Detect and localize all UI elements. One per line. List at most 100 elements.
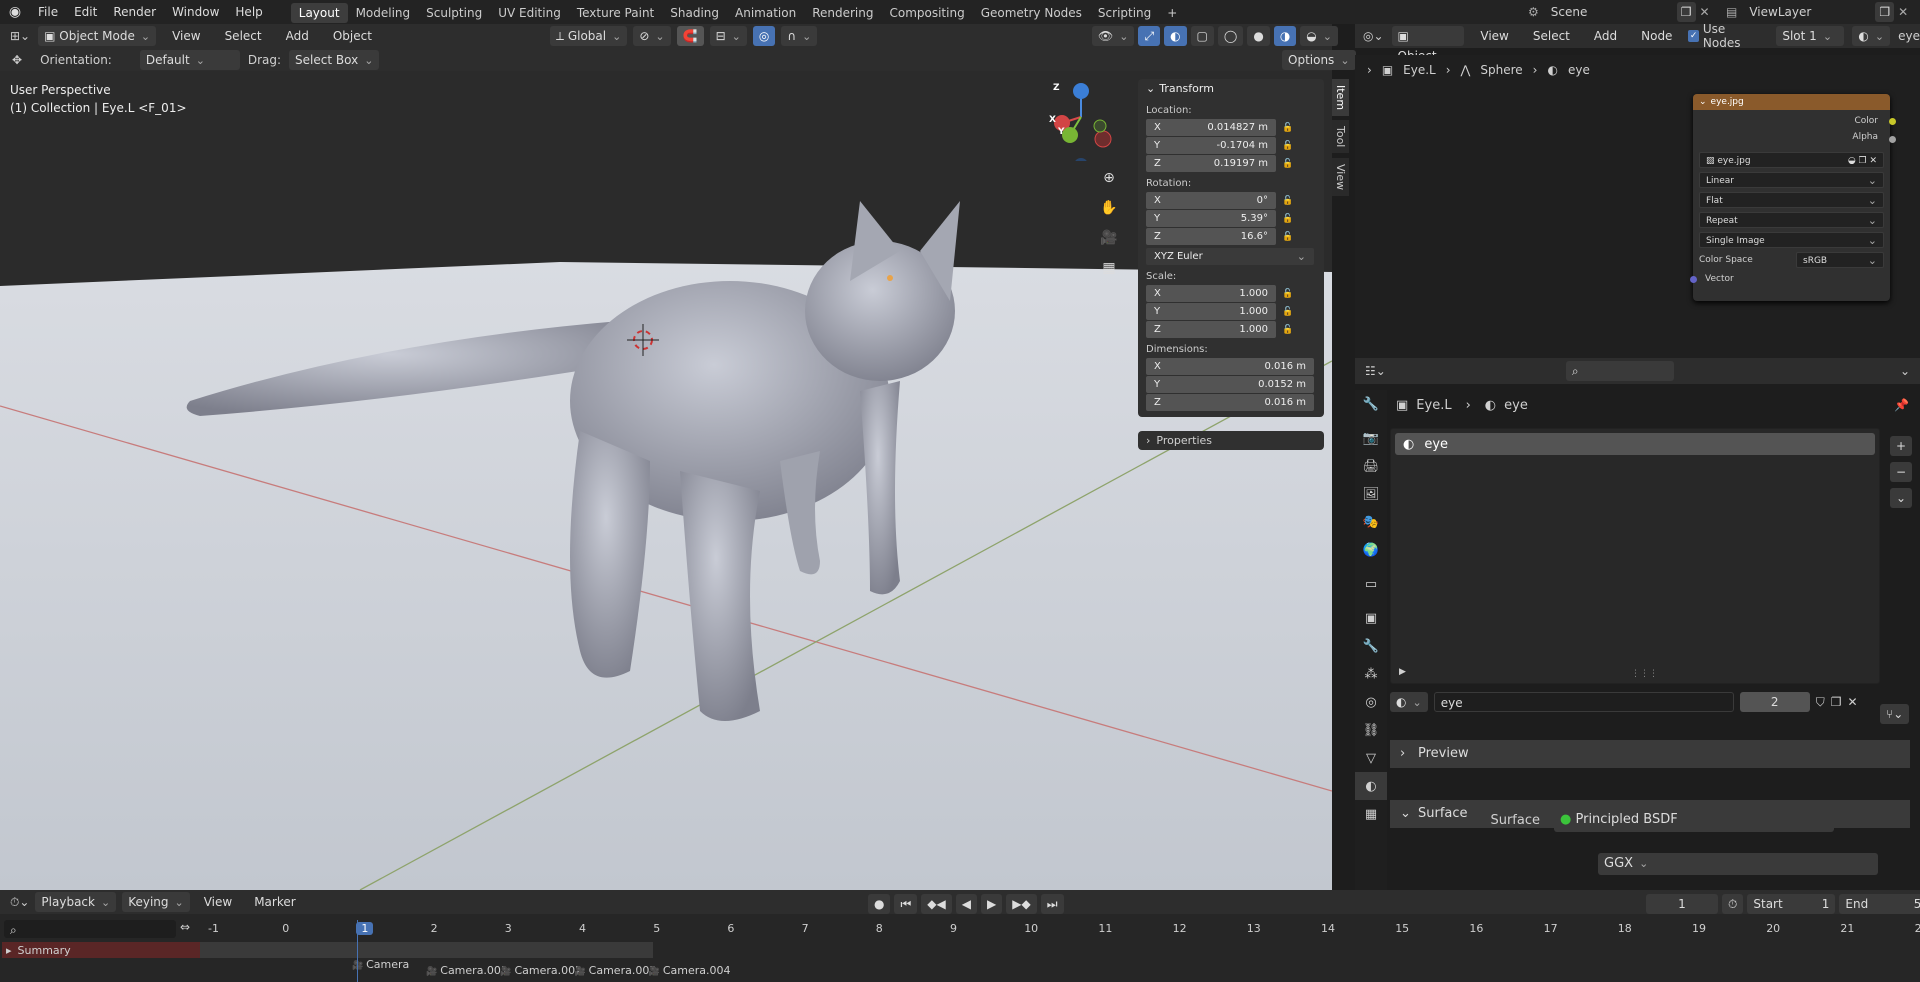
tab-scripting[interactable]: Scripting xyxy=(1090,3,1159,23)
tab-animation[interactable]: Animation xyxy=(727,3,804,23)
options-dropdown[interactable]: Options xyxy=(1282,50,1356,70)
tab-geometry-nodes[interactable]: Geometry Nodes xyxy=(973,3,1090,23)
xray-icon[interactable]: ▢ xyxy=(1190,26,1214,46)
overlay-toggle-icon[interactable]: ◐ xyxy=(1164,26,1187,46)
proportional-edit-icon[interactable]: ◎ xyxy=(752,26,776,46)
camera-marker[interactable]: 🎥 Camera.001 xyxy=(426,964,508,977)
scale-x-field[interactable]: X 1.000 xyxy=(1146,285,1276,302)
tab-texture-paint[interactable]: Texture Paint xyxy=(569,3,662,23)
tab-modeling[interactable]: Modeling xyxy=(348,3,419,23)
physics-tab-icon[interactable]: ◎ xyxy=(1355,688,1387,716)
menu-help[interactable]: Help xyxy=(227,0,270,24)
tab-tool[interactable]: Tool xyxy=(1332,120,1349,154)
material-tab-icon[interactable]: ◐ xyxy=(1355,772,1387,800)
copy-icon[interactable]: ❐ xyxy=(1676,2,1696,22)
tab-uv-editing[interactable]: UV Editing xyxy=(490,3,569,23)
remove-slot-button[interactable]: − xyxy=(1890,462,1913,482)
preview-range-icon[interactable]: ⏱ xyxy=(1722,894,1744,914)
color-socket[interactable] xyxy=(1889,118,1896,125)
lock-icon[interactable]: 🔓 xyxy=(1282,214,1293,224)
modifier-tab-icon[interactable]: 🔧 xyxy=(1355,632,1387,660)
camera-marker[interactable]: 🎥 Camera.004 xyxy=(649,964,731,977)
pan-hand-icon[interactable]: ✋ xyxy=(1096,195,1122,221)
menu-view[interactable]: View xyxy=(164,24,208,48)
lock-icon[interactable]: 🔓 xyxy=(1282,141,1293,151)
material-browse-icon[interactable]: ◐ xyxy=(1852,26,1891,46)
menu-edit[interactable]: Edit xyxy=(66,0,105,24)
location-x-field[interactable]: X 0.014827 m xyxy=(1146,119,1276,136)
pivot-icon[interactable]: ⊘ xyxy=(633,26,671,46)
location-z-field[interactable]: Z 0.19197 m xyxy=(1146,155,1276,172)
unlink-icon[interactable]: ✕ xyxy=(1847,695,1857,709)
alpha-socket[interactable] xyxy=(1889,136,1896,143)
timeline-menu-view[interactable]: View xyxy=(196,890,240,914)
material-users-count[interactable]: 2 xyxy=(1739,692,1810,712)
node-menu-view[interactable]: View xyxy=(1472,24,1516,48)
end-frame-field[interactable]: End 5 xyxy=(1839,894,1920,914)
copy-icon[interactable]: ❐ xyxy=(1875,2,1895,22)
zoom-icon[interactable]: ⊕ xyxy=(1096,165,1122,191)
material-name-field[interactable]: eye xyxy=(1433,692,1734,712)
slot-dropdown[interactable]: Slot 1 xyxy=(1776,26,1845,46)
play-reverse-icon[interactable]: ◀ xyxy=(955,894,977,914)
material-browse-icon[interactable]: ◐ xyxy=(1390,692,1428,712)
node-menu-add[interactable]: Add xyxy=(1586,24,1625,48)
drag-dropdown[interactable]: Select Box xyxy=(289,49,380,70)
blender-logo-icon[interactable]: ◉ xyxy=(0,4,30,20)
menu-object[interactable]: Object xyxy=(325,24,380,48)
lock-icon[interactable]: 🔓 xyxy=(1282,196,1293,206)
scene-tab-icon[interactable]: 🎭 xyxy=(1355,508,1387,536)
collapse-icon[interactable]: ⌄ xyxy=(1699,97,1707,107)
world-tab-icon[interactable]: 🌍 xyxy=(1355,536,1387,564)
image-texture-node[interactable]: ⌄ eye.jpg Color Alpha ▨ eye.jpg ◒ ❐ ✕ Line… xyxy=(1690,94,1890,301)
node-menu-node[interactable]: Node xyxy=(1633,24,1680,48)
constraints-tab-icon[interactable]: ⛓ xyxy=(1355,716,1387,744)
extension-dropdown[interactable]: Repeat xyxy=(1699,212,1884,228)
visibility-icon[interactable]: 👁 xyxy=(1092,26,1135,46)
view-layer-selector[interactable]: ▤ ViewLayer ❐ ✕ xyxy=(1726,2,1908,22)
shader-type-dropdown[interactable]: ▣ Object xyxy=(1391,26,1465,63)
add-slot-button[interactable]: + xyxy=(1890,436,1913,456)
object-tab-icon[interactable]: ▣ xyxy=(1355,604,1387,632)
close-icon[interactable]: ✕ xyxy=(1898,5,1908,19)
scale-y-field[interactable]: Y 1.000 xyxy=(1146,303,1276,320)
use-nodes-checkbox[interactable]: ✓ Use Nodes xyxy=(1688,22,1758,50)
camera-marker[interactable]: 🎥 Camera.003 xyxy=(575,964,657,977)
menu-render[interactable]: Render xyxy=(105,0,164,24)
wireframe-shading-icon[interactable]: ◯ xyxy=(1217,26,1244,46)
rotation-z-field[interactable]: Z 16.6° xyxy=(1146,228,1276,245)
rotation-x-field[interactable]: X 0° xyxy=(1146,192,1276,209)
particles-tab-icon[interactable]: ⁂ xyxy=(1355,660,1387,688)
tab-sculpting[interactable]: Sculpting xyxy=(418,3,490,23)
distribution-dropdown[interactable]: GGX xyxy=(1598,853,1878,875)
color-output[interactable]: Color xyxy=(1693,110,1890,126)
transform-orientation-dropdown[interactable]: ⟂ Global xyxy=(550,26,628,46)
properties-search-input[interactable]: ⌕ xyxy=(1565,361,1674,381)
rotation-y-field[interactable]: Y 5.39° xyxy=(1146,210,1276,227)
collapse-icon[interactable]: ⌄ xyxy=(1146,82,1155,95)
resize-handle-icon[interactable]: ⋮⋮⋮ xyxy=(1631,669,1658,679)
next-keyframe-icon[interactable]: ▶◆ xyxy=(1006,894,1037,914)
current-frame-field[interactable]: 1 xyxy=(1646,894,1718,914)
lock-icon[interactable]: 🔓 xyxy=(1282,307,1293,317)
editor-type-icon[interactable]: ◎⌄ xyxy=(1363,29,1384,43)
alpha-output[interactable]: Alpha xyxy=(1693,126,1890,142)
lock-icon[interactable]: 🔓 xyxy=(1282,159,1293,169)
timeline-menu-marker[interactable]: Marker xyxy=(246,890,303,914)
material-shading-icon[interactable]: ◑ xyxy=(1273,26,1297,46)
vector-socket[interactable] xyxy=(1690,275,1697,283)
fake-user-icon[interactable]: ⛉ xyxy=(1816,695,1825,710)
mode-dropdown[interactable]: ▣ Object Mode xyxy=(38,26,157,46)
material-slot-list[interactable]: ◐ eye ▶ ⋮⋮⋮ xyxy=(1390,428,1880,684)
interpolation-dropdown[interactable]: Linear xyxy=(1699,172,1884,188)
chevron-down-icon[interactable]: ⌄ xyxy=(1900,364,1910,378)
playback-menu[interactable]: Playback xyxy=(35,892,117,912)
editor-type-icon[interactable]: ⊞⌄ xyxy=(10,29,30,43)
jump-end-icon[interactable]: ⏭ xyxy=(1040,894,1064,914)
node-tree-icon[interactable]: ⑂⌄ xyxy=(1880,704,1910,724)
start-frame-field[interactable]: Start 1 xyxy=(1747,894,1836,914)
keying-menu[interactable]: Keying xyxy=(122,892,190,912)
properties-subpanel[interactable]: › Properties xyxy=(1138,431,1324,450)
frame-ruler[interactable]: -1012345678910111213141516171819202122 xyxy=(0,920,1920,940)
lock-icon[interactable]: 🔓 xyxy=(1282,232,1293,242)
